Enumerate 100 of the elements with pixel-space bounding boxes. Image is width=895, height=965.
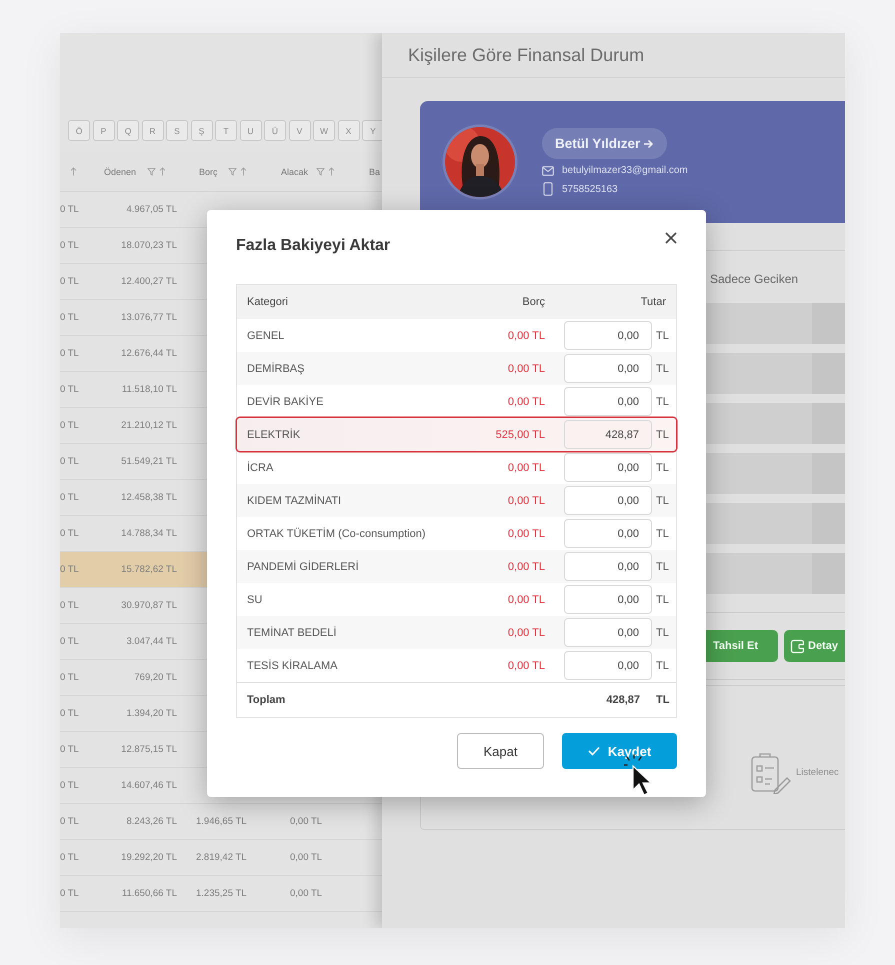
letter-filter-button[interactable]: U: [240, 120, 262, 141]
letter-filter-button[interactable]: Y: [362, 120, 382, 141]
phone-text: 5758525163: [562, 184, 618, 194]
close-button[interactable]: [665, 232, 677, 244]
amount-input[interactable]: 0,00: [564, 354, 652, 383]
table-cell: 0 TL: [60, 276, 79, 287]
category-cell-text: ELEKTRİK: [246, 428, 302, 440]
category-cell-text: SU: [246, 594, 264, 606]
amount-input[interactable]: 0,00: [564, 519, 652, 548]
sort-icon[interactable]: [70, 167, 77, 176]
table-cell: 18.070,23 TL: [121, 240, 177, 251]
letter-filter-button[interactable]: P: [92, 120, 114, 141]
letter-filter-button[interactable]: W: [313, 120, 335, 141]
currency-label: TL: [655, 626, 670, 638]
amount-input[interactable]: 0,00: [564, 585, 652, 614]
close-icon: [665, 232, 677, 244]
currency-label: TL: [655, 330, 670, 342]
amount-input[interactable]: 0,00: [564, 651, 652, 680]
letter-filter-button[interactable]: Ü: [264, 120, 286, 141]
amount-input[interactable]: 0,00: [564, 486, 652, 515]
empty-state-text: Listelenec: [796, 767, 839, 778]
amount-input[interactable]: 0,00: [564, 387, 652, 416]
category-cell-text: PANDEMİ GİDERLERİ: [246, 560, 360, 572]
table-cell: 0 TL: [60, 672, 79, 683]
letter-filter-button[interactable]: R: [142, 120, 164, 141]
table-cell: 0 TL: [60, 600, 79, 611]
table-cell: 8.243,26 TL: [126, 816, 177, 827]
filter-icon[interactable]: [147, 167, 156, 176]
table-cell: 11.650,66 TL: [122, 888, 177, 899]
currency-label: TL: [655, 428, 670, 440]
amount-input[interactable]: 0,00: [564, 552, 652, 581]
currency-label: TL: [655, 660, 670, 672]
debt-cell-text: 0,00 TL: [506, 330, 545, 342]
category-cell-text: ORTAK TÜKETİM (Co-consumption): [246, 528, 426, 540]
table-cell: 0 TL: [60, 420, 79, 431]
currency-label: TL: [655, 528, 670, 540]
letter-filter-button[interactable]: Ş: [190, 120, 212, 141]
table-cell: 769,20 TL: [134, 672, 177, 683]
table-cell: 1.946,65 TL: [196, 816, 247, 827]
currency-label: TL: [655, 560, 670, 572]
column-header: Kategori: [246, 296, 289, 308]
table-cell: 0 TL: [60, 744, 79, 755]
table-cell: 14.607,46 TL: [121, 780, 177, 791]
table-cell: 0 TL: [60, 492, 79, 503]
debt-cell-text: 0,00 TL: [506, 462, 545, 474]
debt-cell-text: 0,00 TL: [506, 560, 545, 572]
currency-label: TL: [655, 462, 670, 474]
filter-icon[interactable]: [316, 167, 326, 176]
amount-input[interactable]: 0,00: [564, 321, 652, 350]
amount-input[interactable]: 0,00: [564, 453, 652, 482]
table-cell: 1.235,25 TL: [196, 888, 247, 899]
debt-cell-text: 525,00 TL: [494, 428, 545, 440]
amount-input[interactable]: 428,87: [564, 420, 652, 449]
phone-icon: [542, 182, 554, 196]
category-cell-text: GENEL: [246, 330, 286, 342]
dialog-title: Fazla Bakiyeyi Aktar: [236, 236, 390, 256]
detail-button[interactable]: Detay: [784, 630, 845, 662]
letter-filter-button[interactable]: Q: [117, 120, 139, 141]
letter-filter-button[interactable]: V: [288, 120, 310, 141]
letter-filter-button[interactable]: S: [166, 120, 188, 141]
column-header: Alacak: [281, 166, 308, 176]
clipboard-icon: [749, 752, 791, 794]
currency-label: TL: [655, 694, 670, 706]
wallet-icon: [790, 638, 804, 654]
table-cell: 4.967,05 TL: [126, 204, 177, 215]
table-cell: 19.292,20 TL: [121, 852, 177, 863]
debt-cell-text: 0,00 TL: [506, 494, 545, 506]
debt-cell-text: 0,00 TL: [506, 660, 545, 672]
table-cell: 0 TL: [60, 348, 79, 359]
table-cell: 3.047,44 TL: [126, 636, 177, 647]
table-cell: 12.676,44 TL: [121, 348, 177, 359]
letter-filter-button[interactable]: Ö: [68, 120, 90, 141]
close-dialog-button[interactable]: Kapat: [457, 733, 544, 769]
filter-label: Sadece Geciken: [710, 272, 798, 286]
sort-icon[interactable]: [328, 167, 336, 176]
amount-input[interactable]: 0,00: [564, 618, 652, 647]
table-cell: 21.210,12 TL: [121, 420, 177, 431]
save-button[interactable]: Kaydet: [562, 733, 677, 769]
table-cell: 0 TL: [60, 780, 79, 791]
sort-icon[interactable]: [240, 167, 247, 176]
profile-link[interactable]: Betül Yıldızer: [542, 128, 668, 159]
sort-icon[interactable]: [159, 167, 166, 176]
column-header: Borç: [199, 166, 218, 176]
currency-label: TL: [655, 594, 670, 606]
letter-filter-button[interactable]: T: [215, 120, 237, 141]
currency-label: TL: [655, 494, 670, 506]
debt-cell-text: 0,00 TL: [506, 362, 545, 374]
currency-label: TL: [655, 396, 670, 408]
filter-icon[interactable]: [228, 167, 237, 176]
letter-filter-button[interactable]: X: [338, 120, 360, 141]
category-cell-text: DEVİR BAKİYE: [246, 396, 324, 408]
table-cell: 11.518,10 TL: [122, 384, 177, 395]
drawer-title: Kişilere Göre Finansal Durum: [408, 44, 644, 66]
table-cell: 0 TL: [60, 852, 79, 863]
table-cell: 0 TL: [60, 564, 79, 575]
table-cell: 0 TL: [60, 528, 79, 539]
table-cell: 0 TL: [60, 636, 79, 647]
table-cell: 0 TL: [60, 456, 79, 467]
table-cell: 0 TL: [60, 888, 79, 899]
table-cell: 12.458,38 TL: [121, 492, 177, 503]
